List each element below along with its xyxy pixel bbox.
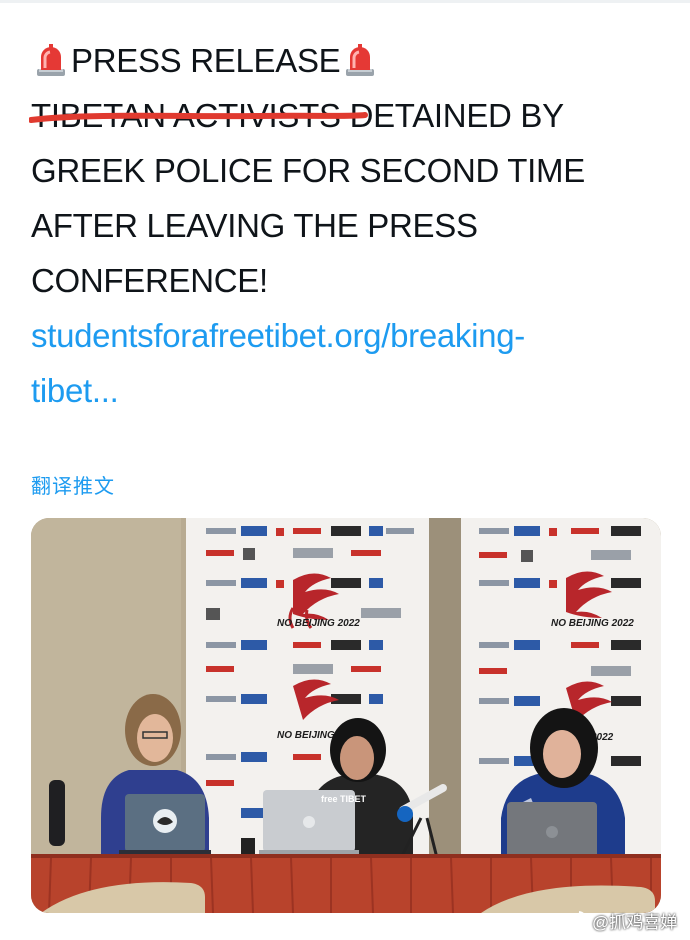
- press-release-title: PRESS RELEASE: [71, 42, 341, 79]
- tweet-text: PRESS RELEASE TIBETAN ACTIVISTS DETAINED…: [29, 33, 651, 418]
- police-siren-icon: [35, 42, 67, 78]
- title-line: PRESS RELEASE: [31, 33, 651, 88]
- watermark-text: @抓鸡喜婵: [592, 912, 678, 932]
- headline-line-1: TIBETAN ACTIVISTS DETAINED BY: [29, 88, 651, 143]
- headline-line-4: CONFERENCE!: [31, 262, 268, 299]
- banner-text-right: NO BEIJING 2022: [551, 618, 634, 629]
- weibo-logo-icon: [560, 911, 586, 931]
- top-divider: [0, 0, 690, 3]
- headline-text-1: DETAINED BY: [349, 97, 565, 134]
- laptop-centre: free TIBET: [259, 790, 367, 856]
- banner-text-left: NO BEIJING 2022: [277, 618, 360, 629]
- article-link[interactable]: studentsforafreetibet.org/breaking- tibe…: [31, 308, 651, 418]
- laptop-sticker: free TIBET: [321, 794, 367, 804]
- headline-line-3: AFTER LEAVING THE PRESS: [31, 207, 478, 244]
- link-line-1[interactable]: studentsforafreetibet.org/breaking-: [31, 308, 651, 363]
- press-conference-photo: NO BEIJING 2022 NO BEIJING NO BEIJING 20…: [31, 518, 661, 913]
- struck-out-phrase: TIBETAN ACTIVISTS: [29, 88, 368, 143]
- laptop-left: [119, 794, 211, 858]
- police-siren-icon: [344, 42, 376, 78]
- svg-text:NO BEIJING: NO BEIJING: [277, 730, 335, 741]
- translate-tweet-link[interactable]: 翻译推文: [31, 470, 115, 499]
- link-line-2[interactable]: tibet...: [31, 363, 651, 418]
- headline-line-2: GREEK POLICE FOR SECOND TIME: [31, 152, 585, 189]
- weibo-watermark: @抓鸡喜婵: [560, 906, 677, 934]
- struck-text: TIBETAN ACTIVISTS: [31, 97, 341, 134]
- tweet-photo[interactable]: NO BEIJING 2022 NO BEIJING NO BEIJING 20…: [31, 518, 661, 913]
- water-bottle: [49, 780, 65, 846]
